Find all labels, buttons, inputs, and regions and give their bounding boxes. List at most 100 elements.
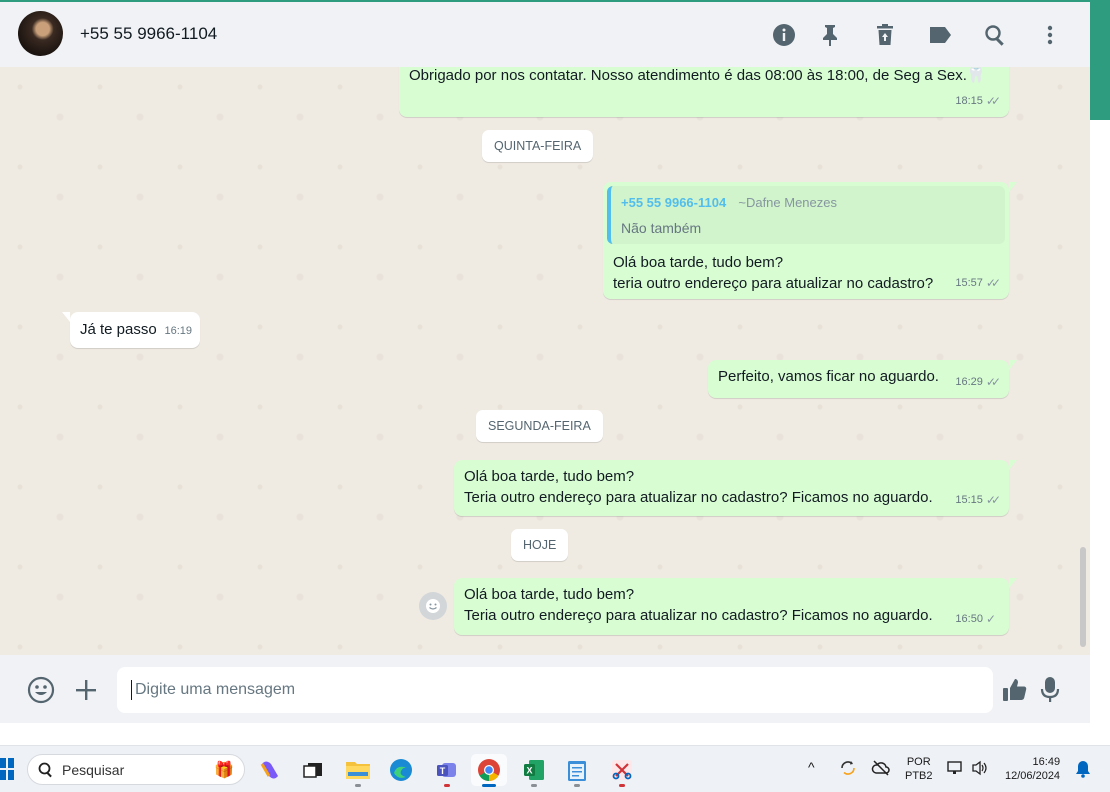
message-meta: 16:50 ✓ <box>955 609 1001 630</box>
text-caret <box>131 680 132 700</box>
react-emoji-icon[interactable] <box>419 592 447 620</box>
windows-start-icon[interactable] <box>0 758 14 780</box>
message-time: 15:57 <box>955 277 983 289</box>
running-indicator <box>355 784 361 787</box>
svg-text:X: X <box>527 766 533 776</box>
message-line: Teria outro endereço para atualizar no c… <box>464 607 933 624</box>
window-bottom-gap <box>0 723 1110 745</box>
bubble-tail <box>1009 182 1017 192</box>
microphone-icon[interactable] <box>1035 675 1065 705</box>
more-icon[interactable] <box>1036 21 1064 49</box>
message-text: Obrigado por nos contatar. Nosso atendim… <box>409 67 986 84</box>
message-line: teria outro endereço para atualizar no c… <box>613 275 934 292</box>
teams-app-icon[interactable]: T <box>429 754 465 787</box>
date-divider: QUINTA-FEIRA <box>482 130 594 162</box>
network-icon[interactable] <box>947 760 965 779</box>
message-meta: 15:15 ✓✓ <box>955 490 1001 511</box>
message-line: Olá boa tarde, tudo bem? <box>613 254 784 271</box>
show-hidden-icons-chevron-icon[interactable]: ^ <box>808 760 815 774</box>
message-meta: 16:19 <box>164 321 192 342</box>
cloud-offline-icon[interactable] <box>871 758 891 781</box>
message-text: Já te passo <box>80 321 157 338</box>
search-icon[interactable] <box>981 21 1009 49</box>
notification-indicator <box>619 784 625 787</box>
message-input[interactable] <box>117 667 993 713</box>
message-meta: 15:57 ✓✓ <box>955 273 1001 294</box>
message-incoming[interactable]: Já te passo 16:19 <box>62 312 200 348</box>
running-indicator <box>531 784 537 787</box>
bubble-tail <box>1009 460 1017 470</box>
taskbar-search[interactable]: Pesquisar 🎁 <box>27 754 245 785</box>
emoji-icon[interactable] <box>26 675 56 705</box>
quote-alias: ~Dafne Menezes <box>738 195 838 210</box>
message-composer <box>0 655 1090 723</box>
task-view-icon[interactable] <box>295 754 331 786</box>
message-time: 16:19 <box>164 325 192 337</box>
message-text: Perfeito, vamos ficar no aguardo. <box>718 368 939 385</box>
info-icon[interactable] <box>770 21 798 49</box>
chrome-browser-icon[interactable] <box>471 754 507 787</box>
contact-avatar[interactable] <box>18 11 63 56</box>
notepad-app-icon[interactable] <box>559 754 595 787</box>
date-divider: HOJE <box>511 529 569 561</box>
message-time: 15:15 <box>955 494 983 506</box>
svg-text:T: T <box>440 766 446 776</box>
quote-author: +55 55 9966-1104 <box>621 195 727 210</box>
message-time: 18:15 <box>955 95 983 107</box>
keyboard-language[interactable]: POR PTB2 <box>905 755 933 783</box>
message-outgoing[interactable]: Olá boa tarde, tudo bem? Teria outro end… <box>454 578 1017 635</box>
message-time: 16:29 <box>955 376 983 388</box>
single-check-icon: ✓ <box>985 612 996 626</box>
bubble-tail <box>62 312 70 322</box>
chat-header: +55 55 9966-1104 <box>0 0 1090 67</box>
gift-icon: 🎁 <box>214 761 234 779</box>
message-outgoing[interactable]: Olá boa tarde, tudo bem? Teria outro end… <box>454 460 1017 516</box>
message-line: Olá boa tarde, tudo bem? <box>464 468 635 485</box>
sync-icon[interactable] <box>838 758 858 781</box>
attach-plus-icon[interactable] <box>71 675 101 705</box>
volume-icon[interactable] <box>971 760 989 779</box>
message-outgoing[interactable]: Obrigado por nos contatar. Nosso atendim… <box>399 67 1009 117</box>
clock-time: 16:49 <box>1032 756 1061 768</box>
edge-browser-icon[interactable] <box>383 754 419 786</box>
double-check-icon: ✓✓ <box>985 375 1001 389</box>
label-icon[interactable] <box>926 21 954 49</box>
windows-taskbar: Pesquisar 🎁 T X ^ POR PTB2 16:49 12/06/2… <box>0 745 1110 792</box>
chat-scrollbar[interactable] <box>1080 547 1086 647</box>
message-meta: 18:15 ✓✓ <box>955 91 1001 112</box>
bubble-tail <box>1009 360 1017 370</box>
keyboard-layout: PTB2 <box>905 770 933 782</box>
notification-bell-icon[interactable] <box>1076 760 1090 781</box>
excel-app-icon[interactable]: X <box>516 754 552 787</box>
double-check-icon: ✓✓ <box>985 94 1001 108</box>
message-outgoing[interactable]: Perfeito, vamos ficar no aguardo. 16:29 … <box>708 360 1017 398</box>
running-indicator <box>574 784 580 787</box>
message-time: 16:50 <box>955 613 983 625</box>
double-check-icon: ✓✓ <box>985 493 1001 507</box>
pin-icon[interactable] <box>816 21 844 49</box>
window-edge <box>1090 120 1110 750</box>
delete-icon[interactable] <box>871 21 899 49</box>
double-check-icon: ✓✓ <box>985 276 1001 290</box>
system-clock[interactable]: 16:49 12/06/2024 <box>1005 755 1060 783</box>
message-line: Olá boa tarde, tudo bem? <box>464 586 635 603</box>
quoted-message[interactable]: +55 55 9966-1104 ~Dafne Menezes Não tamb… <box>607 186 1005 244</box>
thumbs-up-icon[interactable] <box>1000 675 1030 705</box>
notification-indicator <box>444 784 450 787</box>
date-divider: SEGUNDA-FEIRA <box>476 410 603 442</box>
snipping-tool-icon[interactable] <box>604 754 640 787</box>
search-icon <box>38 762 52 777</box>
contact-name[interactable]: +55 55 9966-1104 <box>80 24 217 44</box>
message-meta: 16:29 ✓✓ <box>955 372 1001 393</box>
copilot-app-icon[interactable] <box>252 754 288 786</box>
taskbar-search-label: Pesquisar <box>62 761 125 778</box>
quote-text: Não também <box>621 220 702 236</box>
file-explorer-icon[interactable] <box>340 754 376 787</box>
message-line: Teria outro endereço para atualizar no c… <box>464 489 933 506</box>
chat-panel[interactable]: Obrigado por nos contatar. Nosso atendim… <box>0 67 1090 655</box>
window-edge-accent <box>1090 0 1110 120</box>
active-indicator <box>482 784 496 787</box>
message-outgoing-reply[interactable]: +55 55 9966-1104 ~Dafne Menezes Não tamb… <box>603 182 1017 299</box>
language-code: POR <box>906 756 931 768</box>
clock-date: 12/06/2024 <box>1005 770 1061 782</box>
